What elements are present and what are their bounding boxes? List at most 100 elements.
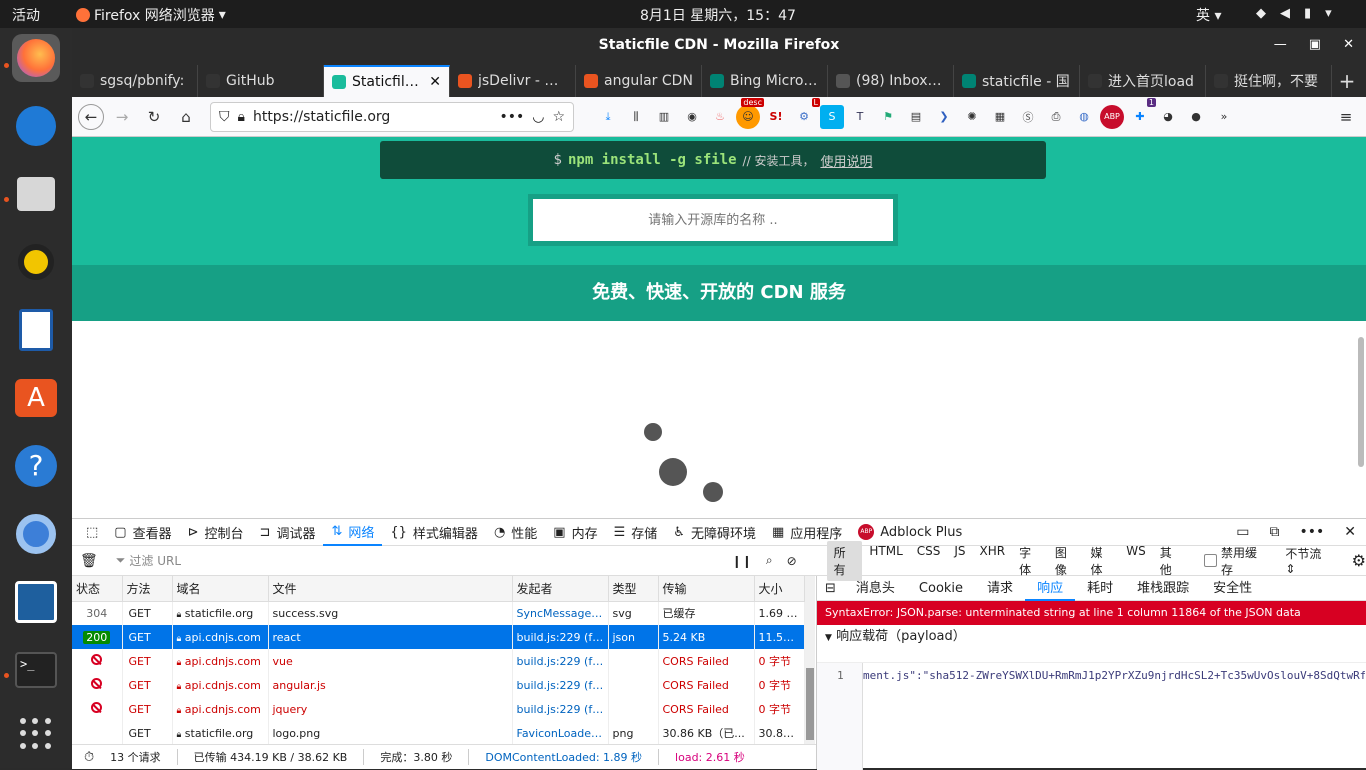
extension-translate-icon[interactable]: T <box>848 105 872 129</box>
details-tab[interactable]: 响应 <box>1025 576 1076 601</box>
browser-tab[interactable]: Bing Microsoft <box>702 65 828 97</box>
system-tray[interactable]: ◆ ◀ ▮ ▾ <box>1256 6 1332 21</box>
firefox-dock-icon[interactable] <box>12 34 60 82</box>
browser-tab[interactable]: 挺住啊，不要 <box>1206 65 1332 97</box>
tab-inspector[interactable]: ▢ 查看器 <box>106 519 179 546</box>
element-picker-icon[interactable]: ⬚ <box>78 519 106 546</box>
library-search-input[interactable] <box>533 199 893 241</box>
adblock-plus-icon[interactable]: ABP <box>1100 104 1124 129</box>
extension-globe-icon[interactable]: ◍ <box>1072 105 1096 129</box>
maximize-button[interactable]: ▣ <box>1309 28 1321 62</box>
show-applications-icon[interactable] <box>20 718 52 750</box>
extension-skype-icon[interactable]: S <box>820 104 844 129</box>
sidebar-icon[interactable]: ▥ <box>652 105 676 129</box>
table-row[interactable]: GET 🔒︎ api.cdnjs.com angular.js build.js:22… <box>72 673 805 697</box>
browser-tab[interactable]: GitHub <box>198 65 324 97</box>
browser-tab[interactable]: Staticfile CDN ✕ <box>324 65 450 97</box>
shield-icon[interactable]: ⛉ <box>219 109 230 125</box>
extension-mask-icon[interactable]: ● <box>1184 105 1208 129</box>
details-tab[interactable]: 请求 <box>975 576 1025 601</box>
bookmark-star-icon[interactable]: ☆ <box>552 109 565 125</box>
type-filter-button[interactable]: 媒体 <box>1084 541 1120 581</box>
filter-url-field[interactable]: ⏷ 过滤 URL <box>106 552 736 569</box>
back-button[interactable]: ← <box>78 103 104 130</box>
extension-bug-icon[interactable]: ✺ <box>960 105 984 129</box>
extension-prompt-icon[interactable]: ❯ <box>932 105 956 129</box>
column-header[interactable]: 域名 <box>172 576 269 602</box>
type-filter-button[interactable]: 字体 <box>1012 541 1048 581</box>
extension-notes-icon[interactable]: ▤ <box>904 105 928 129</box>
page-scrollbar[interactable] <box>1358 337 1364 467</box>
details-tab[interactable]: Cookie <box>907 576 975 601</box>
extension-flame-icon[interactable]: ♨ <box>708 105 732 129</box>
dock-icon[interactable]: ⧉ <box>1269 524 1279 540</box>
software-dock-icon[interactable]: A <box>12 374 60 422</box>
details-tab[interactable]: 堆栈跟踪 <box>1125 576 1201 601</box>
type-filter-button[interactable]: 其他 <box>1153 541 1189 581</box>
type-filter-button[interactable]: CSS <box>910 541 948 581</box>
pause-icon[interactable]: ❙❙ <box>732 554 752 568</box>
clock[interactable]: 8月1日 星期六，15：47 <box>640 5 796 25</box>
details-tab[interactable]: 耗时 <box>1075 576 1125 601</box>
extension-s-icon[interactable]: S! <box>764 105 788 129</box>
type-filter-button[interactable]: 所有 <box>826 540 863 581</box>
type-filter-button[interactable]: JS <box>947 541 972 581</box>
column-header[interactable]: 文件 <box>268 576 513 602</box>
activities-button[interactable]: 活动 <box>12 5 40 25</box>
type-filter-button[interactable]: WS <box>1119 541 1152 581</box>
cell-initiator[interactable]: build.js:229 (fe... <box>512 625 609 649</box>
table-row[interactable]: GET 🔒︎ staticfile.org logo.png FaviconLoade… <box>72 721 805 744</box>
tab-console[interactable]: ⊳ 控制台 <box>180 519 252 546</box>
browser-tab[interactable]: staticfile - 国 <box>954 65 1080 97</box>
home-button[interactable]: ⌂ <box>172 103 200 131</box>
type-filter-button[interactable]: HTML <box>862 541 909 581</box>
cell-initiator[interactable]: build.js:229 (fe... <box>512 697 609 721</box>
input-method[interactable]: 英 ▾ <box>1196 5 1221 25</box>
network-settings-icon[interactable]: ⚙ <box>1352 551 1366 570</box>
library-icon[interactable]: ⫼ <box>624 105 648 129</box>
extension-puzzle-icon[interactable]: ✚ 1 <box>1128 97 1156 129</box>
download-icon[interactable]: ⤓ <box>596 105 620 129</box>
cell-initiator[interactable]: FaviconLoader.j... <box>512 721 609 744</box>
browser-tab[interactable]: 进入首页load <box>1080 65 1206 97</box>
type-filter-button[interactable]: 图像 <box>1048 541 1084 581</box>
menu-icon[interactable]: ≡ <box>1332 103 1360 131</box>
cell-initiator[interactable]: SyncMessage.j... <box>512 601 609 625</box>
system-monitor-dock-icon[interactable] <box>12 578 60 626</box>
toggle-sidebar-icon[interactable]: ⊟ <box>817 576 844 601</box>
extension-printer-icon[interactable]: ⎙ <box>1044 105 1068 129</box>
cell-initiator[interactable]: build.js:229 (fe... <box>512 673 609 697</box>
tab-accessibility[interactable]: ♿︎ 无障碍环境 <box>665 519 764 546</box>
column-header[interactable]: 状态 <box>72 576 123 602</box>
close-devtools-icon[interactable]: ✕ <box>1344 524 1356 540</box>
extension-desc-icon[interactable]: ☺ desc <box>736 97 764 129</box>
clear-icon[interactable]: 🗑︎ <box>72 553 106 569</box>
account-icon[interactable]: ◉ <box>680 105 704 129</box>
writer-dock-icon[interactable] <box>12 306 60 354</box>
browser-tab[interactable]: (98) Inbox | s <box>828 65 954 97</box>
url-bar[interactable]: ⛉ 🔒︎ https://staticfile.org ••• ◡ ☆ <box>210 101 574 132</box>
throttle-select[interactable]: 不节流 ⇕ <box>1285 545 1333 576</box>
overflow-icon[interactable]: » <box>1212 105 1236 129</box>
tab-performance[interactable]: ◔ 性能 <box>486 519 545 546</box>
cell-initiator[interactable]: build.js:229 (fe... <box>512 649 609 673</box>
close-window-button[interactable]: ✕ <box>1343 28 1354 62</box>
request-list-scrollbar[interactable] <box>805 576 815 744</box>
extension-s2-icon[interactable]: Ⓢ <box>1016 105 1040 129</box>
table-row[interactable]: 200 GET 🔒︎ api.cdnjs.com react build.js:229 … <box>72 625 805 649</box>
tab-network[interactable]: ⇅ 网络 <box>323 519 383 546</box>
tab-memory[interactable]: ▣ 内存 <box>545 519 605 546</box>
minimize-button[interactable]: — <box>1274 28 1287 62</box>
details-tab[interactable]: 安全性 <box>1201 576 1264 601</box>
rhythmbox-dock-icon[interactable] <box>12 238 60 286</box>
tab-debugger[interactable]: ⊐ 调试器 <box>252 519 324 546</box>
close-tab-icon[interactable]: ✕ <box>429 74 441 90</box>
column-header[interactable]: 大小 <box>754 576 805 602</box>
extension-circle-icon[interactable]: ◕ <box>1156 105 1180 129</box>
responsive-icon[interactable]: ▭ <box>1236 524 1249 540</box>
code-line[interactable]: ment.js":"sha512-ZWreYSWXlDU+RmRmJ1p2YPr… <box>863 669 1365 682</box>
app-menu[interactable]: Firefox 网络浏览器 ▾ <box>76 5 226 25</box>
block-icon[interactable]: ⊘ <box>787 554 797 568</box>
new-tab-button[interactable]: + <box>1332 65 1362 97</box>
extension-gear-icon[interactable]: ⚙ L <box>792 97 820 129</box>
